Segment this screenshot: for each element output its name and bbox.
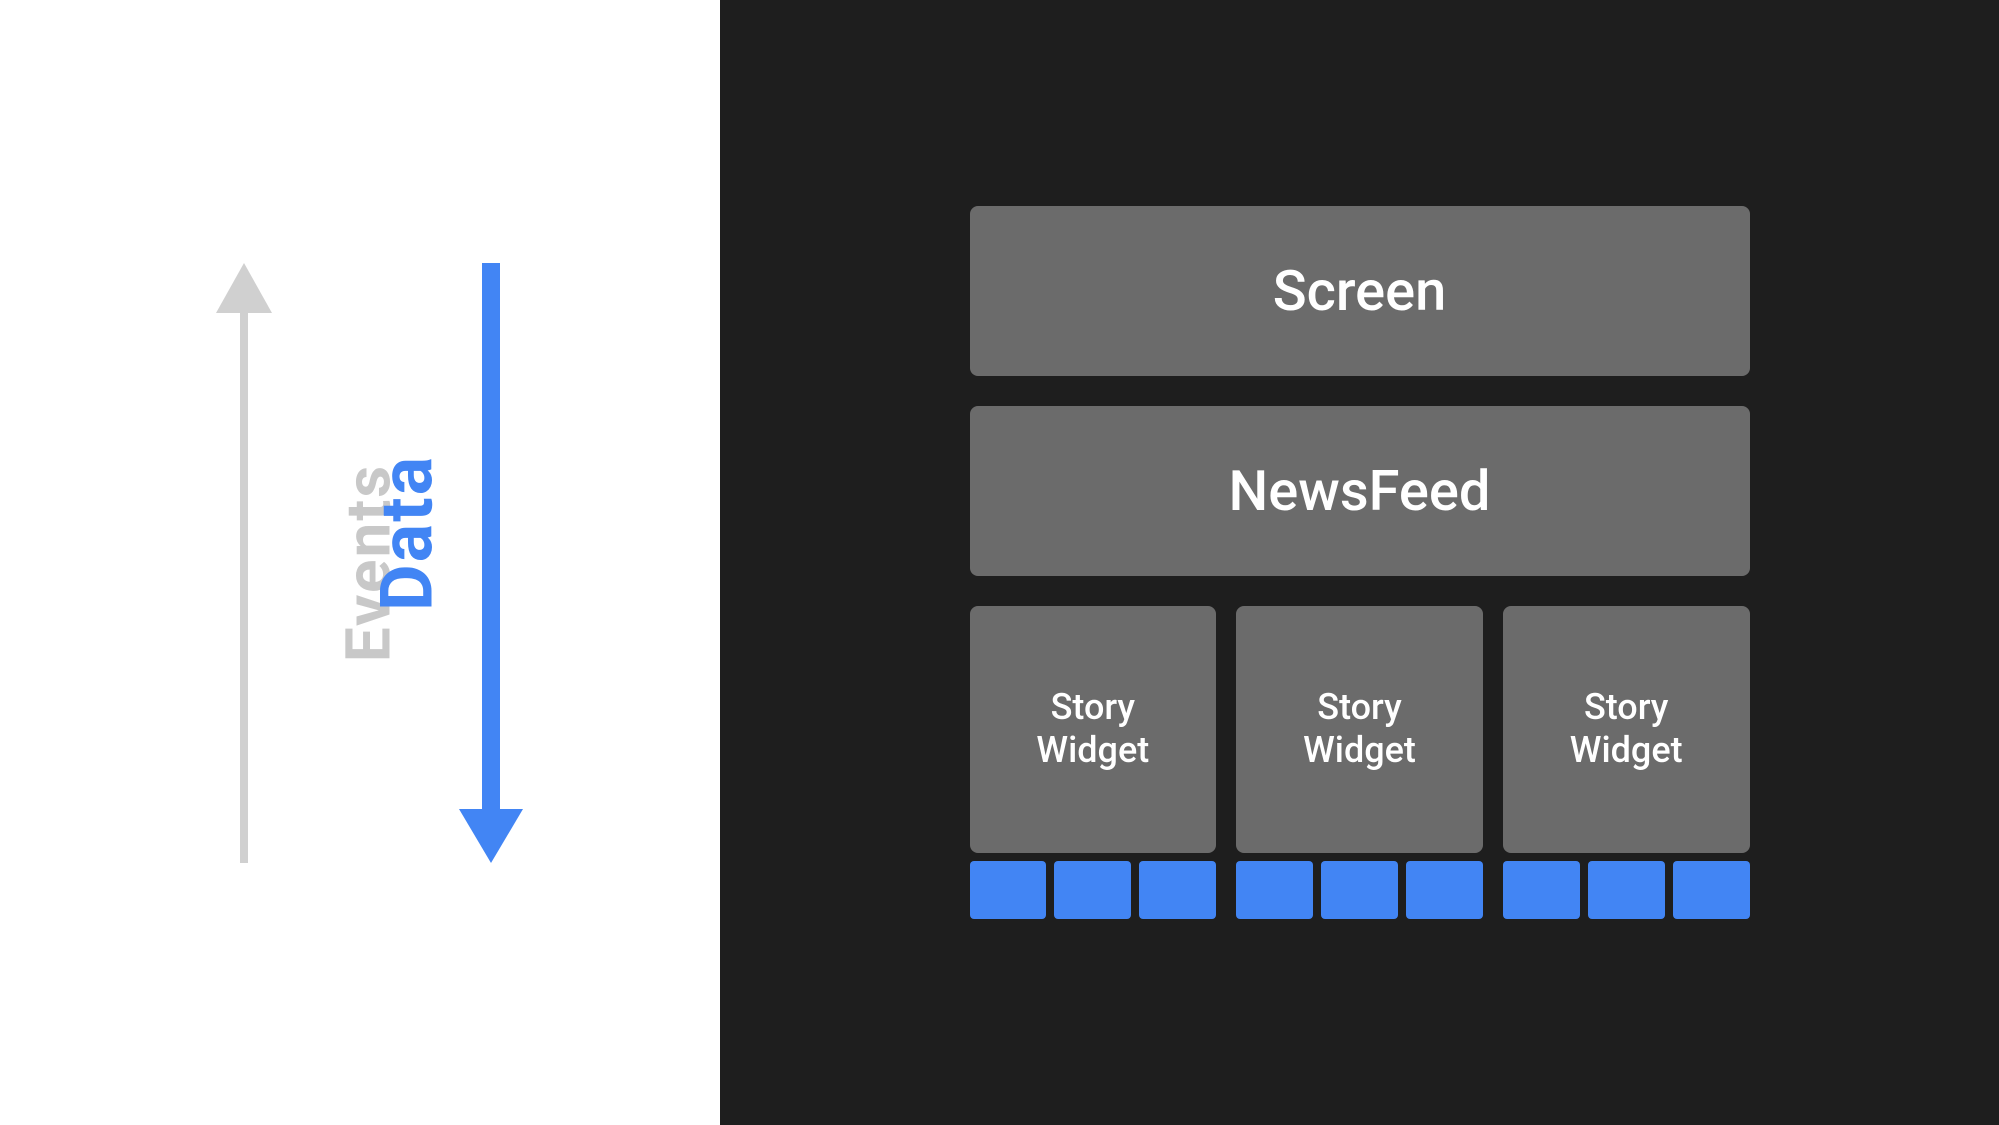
story-widget-label-3: StoryWidget <box>1570 686 1683 772</box>
screen-label: Screen <box>1273 258 1447 324</box>
story-sub-item-2-2 <box>1321 861 1398 919</box>
story-widget-label-1: StoryWidget <box>1036 686 1149 772</box>
newsfeed-box: NewsFeed <box>970 406 1750 576</box>
events-arrow: Events <box>240 263 248 863</box>
story-widget-group-2: StoryWidget <box>1236 606 1483 919</box>
story-widget-group-1: StoryWidget <box>970 606 1217 919</box>
story-widget-group-3: StoryWidget <box>1503 606 1750 919</box>
story-sub-item-1-1 <box>970 861 1047 919</box>
left-panel: Events Data <box>0 0 720 1125</box>
story-sub-item-2-1 <box>1236 861 1313 919</box>
story-widget-label-2: StoryWidget <box>1303 686 1416 772</box>
story-sub-items-3 <box>1503 861 1750 919</box>
story-sub-items-2 <box>1236 861 1483 919</box>
story-widget-box-3: StoryWidget <box>1503 606 1750 853</box>
story-sub-item-3-1 <box>1503 861 1580 919</box>
right-panel: Screen NewsFeed StoryWidget StoryWidget <box>720 0 1999 1125</box>
story-widgets-row: StoryWidget StoryWidget StoryWidget <box>970 606 1750 919</box>
story-sub-item-1-2 <box>1054 861 1131 919</box>
story-sub-items-1 <box>970 861 1217 919</box>
story-sub-item-3-3 <box>1673 861 1750 919</box>
arrows-container: Events Data <box>160 213 560 913</box>
story-widget-box-2: StoryWidget <box>1236 606 1483 853</box>
story-sub-item-2-3 <box>1406 861 1483 919</box>
data-label: Data <box>364 454 449 610</box>
newsfeed-label: NewsFeed <box>1229 458 1491 524</box>
story-sub-item-3-2 <box>1588 861 1665 919</box>
story-sub-item-1-3 <box>1139 861 1216 919</box>
story-widget-box-1: StoryWidget <box>970 606 1217 853</box>
screen-box: Screen <box>970 206 1750 376</box>
data-arrow: Data <box>482 263 500 863</box>
